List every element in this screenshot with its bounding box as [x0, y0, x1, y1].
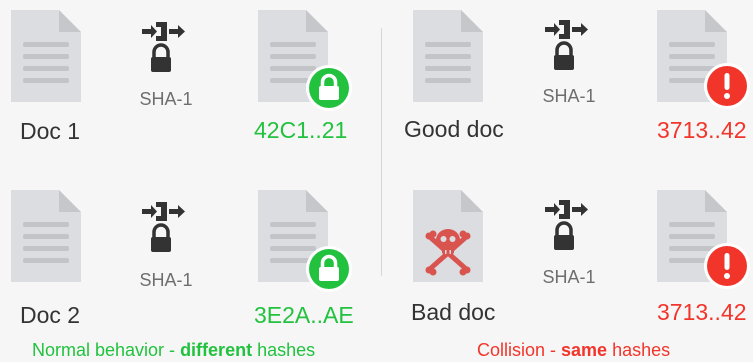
hash-algorithm-label: SHA-1 [542, 86, 596, 106]
document-icon [411, 188, 485, 284]
hash-arrow-lock-icon [543, 18, 595, 74]
hash-algorithm-label: SHA-1 [139, 89, 193, 109]
doc-label: Bad doc [411, 299, 496, 325]
document-icon [9, 8, 83, 104]
document-icon [9, 188, 83, 284]
hash-value: 3713..42 [657, 299, 747, 325]
exclamation-badge-icon [704, 63, 750, 109]
hash-value: 3E2A..AE [254, 302, 354, 328]
doc-label: Doc 2 [20, 302, 81, 328]
hash-arrow-lock-icon [543, 198, 595, 254]
doc-label: Good doc [404, 116, 504, 142]
hash-value: 42C1..21 [254, 117, 348, 143]
hash-algorithm-label: SHA-1 [139, 270, 193, 290]
lock-badge-icon [306, 65, 352, 111]
hash-arrow-lock-icon [140, 200, 192, 256]
exclamation-badge-icon [704, 243, 750, 289]
collision-caption: Collision - same hashes [477, 340, 671, 360]
normal-behavior-caption: Normal behavior - different hashes [32, 340, 316, 360]
hash-value: 3713..42 [657, 117, 747, 143]
hash-algorithm-label: SHA-1 [542, 267, 596, 287]
sha1-collision-diagram: Doc 1 SHA-1 42C1..21 Doc 2 SHA-1 3E2A..A… [0, 0, 753, 362]
doc-label: Doc 1 [20, 118, 81, 144]
panel-divider [381, 28, 382, 276]
hash-arrow-lock-icon [140, 20, 192, 76]
document-icon [411, 8, 485, 104]
lock-badge-icon [306, 246, 352, 292]
